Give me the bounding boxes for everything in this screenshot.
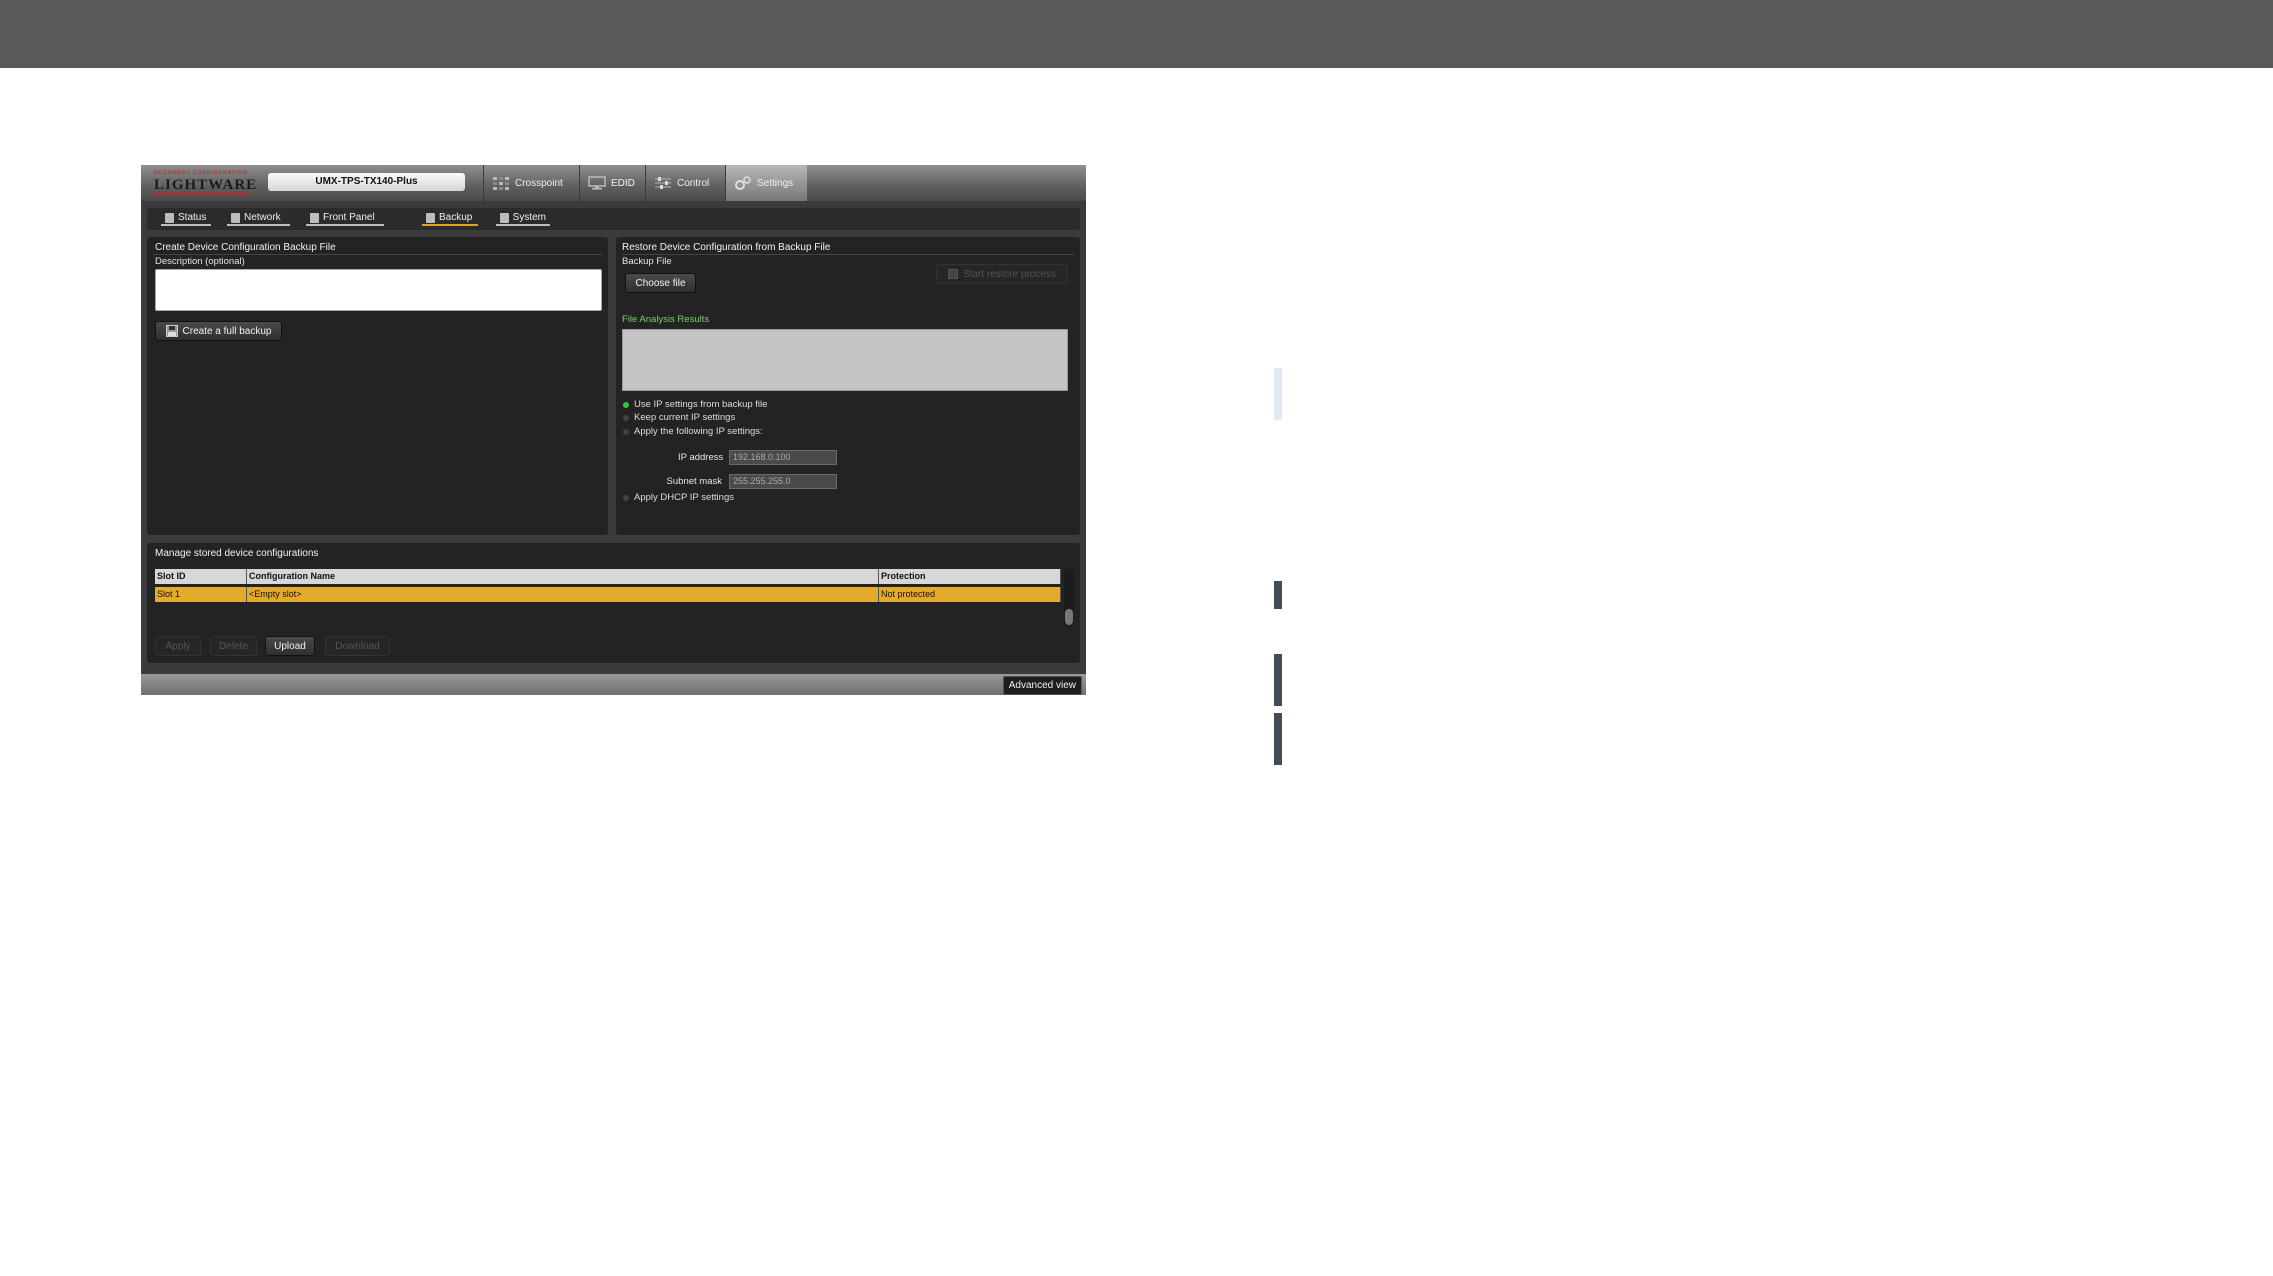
radio-apply-dhcp-label: Apply DHCP IP settings — [634, 492, 734, 503]
restore-backup-title: Restore Device Configuration from Backup… — [622, 242, 831, 253]
table-header-row: Slot ID Configuration Name Protection — [155, 569, 1061, 584]
protection-cell: Not protected — [879, 587, 1061, 602]
tab-crosspoint-label: Crosspoint — [515, 177, 563, 189]
margin-marker — [1274, 368, 1282, 420]
table-row[interactable]: Slot 1 <Empty slot> Not protected — [155, 587, 1061, 602]
monitor-icon — [588, 176, 606, 190]
margin-marker — [1274, 581, 1282, 609]
sliders-icon — [655, 177, 671, 189]
subnet-mask-input[interactable]: 255.255.255.0 — [729, 474, 837, 489]
create-backup-title: Create Device Configuration Backup File — [155, 242, 336, 253]
column-header-slot-id: Slot ID — [155, 569, 247, 584]
restore-backup-panel: Restore Device Configuration from Backup… — [616, 237, 1080, 535]
subtab-network-label: Network — [244, 212, 281, 223]
subtab-backup-label: Backup — [439, 212, 473, 223]
radio-apply-dhcp[interactable]: Apply DHCP IP settings — [623, 492, 734, 503]
backup-file-label: Backup File — [622, 256, 672, 267]
tab-control-label: Control — [677, 177, 710, 189]
start-restore-button[interactable]: Start restore process — [936, 264, 1068, 284]
delete-button[interactable]: Delete — [210, 636, 257, 656]
create-full-backup-label: Create a full backup — [182, 325, 272, 337]
subtab-front-panel-label: Front Panel — [323, 212, 375, 223]
start-restore-label: Start restore process — [963, 268, 1056, 280]
description-input[interactable] — [155, 269, 602, 311]
subtab-status[interactable]: Status — [161, 211, 211, 226]
download-button[interactable]: Download — [325, 636, 390, 656]
upload-icon — [948, 269, 959, 279]
lightware-logo: DOCUMENT CONFIGURATION LIGHTWARE — [154, 170, 256, 196]
column-header-protection: Protection — [879, 569, 1061, 584]
radio-dot — [623, 428, 629, 435]
logo-underline — [154, 193, 249, 195]
page-header-bar — [0, 0, 2273, 68]
slot-id-cell: Slot 1 — [155, 587, 247, 602]
radio-dot — [623, 414, 629, 421]
subtab-system-label: System — [512, 212, 546, 223]
tab-edid[interactable]: EDID — [579, 165, 645, 201]
subtab-front-panel[interactable]: Front Panel — [306, 211, 384, 226]
upload-button[interactable]: Upload — [265, 636, 315, 656]
tab-crosspoint[interactable]: Crosspoint — [483, 165, 579, 201]
tab-control[interactable]: Control — [645, 165, 725, 201]
manage-configurations-panel: Manage stored device configurations Slot… — [147, 543, 1080, 663]
system-icon — [500, 212, 509, 223]
radio-apply-following-ip-label: Apply the following IP settings: — [634, 426, 763, 437]
configuration-name-cell: <Empty slot> — [247, 587, 879, 602]
radio-dot — [623, 494, 629, 501]
network-icon — [231, 212, 240, 223]
scrollbar-thumb[interactable] — [1065, 609, 1073, 625]
apply-button[interactable]: Apply — [155, 636, 201, 656]
app-header: DOCUMENT CONFIGURATION LIGHTWARE UMX-TPS… — [141, 165, 1086, 201]
advanced-view-button[interactable]: Advanced view — [1002, 676, 1082, 695]
description-label: Description (optional) — [155, 256, 245, 267]
create-backup-panel: Create Device Configuration Backup File … — [147, 237, 608, 535]
divider — [153, 254, 602, 255]
logo-tagline: DOCUMENT CONFIGURATION — [154, 170, 248, 176]
divider — [622, 254, 1074, 255]
front-panel-icon — [310, 212, 319, 223]
subtab-network[interactable]: Network — [227, 211, 290, 226]
settings-subtab-bar: Status Network Front Panel Backup System — [147, 208, 1080, 230]
create-full-backup-button[interactable]: Create a full backup — [155, 321, 282, 341]
save-icon — [165, 325, 178, 337]
logo-text: LIGHTWARE — [154, 177, 258, 193]
radio-use-backup-ip[interactable]: Use IP settings from backup file — [623, 399, 767, 410]
manage-configurations-title: Manage stored device configurations — [155, 548, 319, 559]
file-analysis-label: File Analysis Results — [622, 314, 710, 325]
app-window: DOCUMENT CONFIGURATION LIGHTWARE UMX-TPS… — [141, 165, 1086, 695]
radio-use-backup-ip-label: Use IP settings from backup file — [634, 399, 768, 410]
radio-keep-current-ip[interactable]: Keep current IP settings — [623, 412, 735, 423]
ip-address-input[interactable]: 192.168.0.100 — [729, 450, 837, 465]
backup-icon — [426, 212, 435, 223]
ip-address-label: IP address — [678, 452, 724, 463]
table-scrollbar[interactable] — [1064, 569, 1074, 627]
status-icon — [165, 212, 174, 223]
device-name-label: UMX-TPS-TX140-Plus — [268, 173, 465, 191]
crosspoint-icon — [493, 177, 509, 190]
app-footer: Advanced view — [141, 674, 1086, 695]
tab-settings[interactable]: Settings — [725, 165, 807, 201]
radio-selected-dot — [623, 401, 629, 408]
subtab-system[interactable]: System — [496, 211, 550, 226]
gear-icon — [735, 176, 751, 190]
file-analysis-results-box — [622, 329, 1068, 391]
margin-marker — [1274, 713, 1282, 765]
subtab-status-label: Status — [178, 212, 207, 223]
tab-edid-label: EDID — [611, 177, 635, 189]
margin-marker — [1274, 654, 1282, 706]
column-header-configuration-name: Configuration Name — [247, 569, 879, 584]
subnet-mask-label: Subnet mask — [666, 476, 722, 487]
tab-settings-label: Settings — [757, 177, 794, 189]
choose-file-button[interactable]: Choose file — [625, 273, 696, 293]
radio-keep-current-ip-label: Keep current IP settings — [634, 412, 736, 423]
subtab-backup[interactable]: Backup — [422, 211, 478, 226]
radio-apply-following-ip[interactable]: Apply the following IP settings: — [623, 426, 763, 437]
